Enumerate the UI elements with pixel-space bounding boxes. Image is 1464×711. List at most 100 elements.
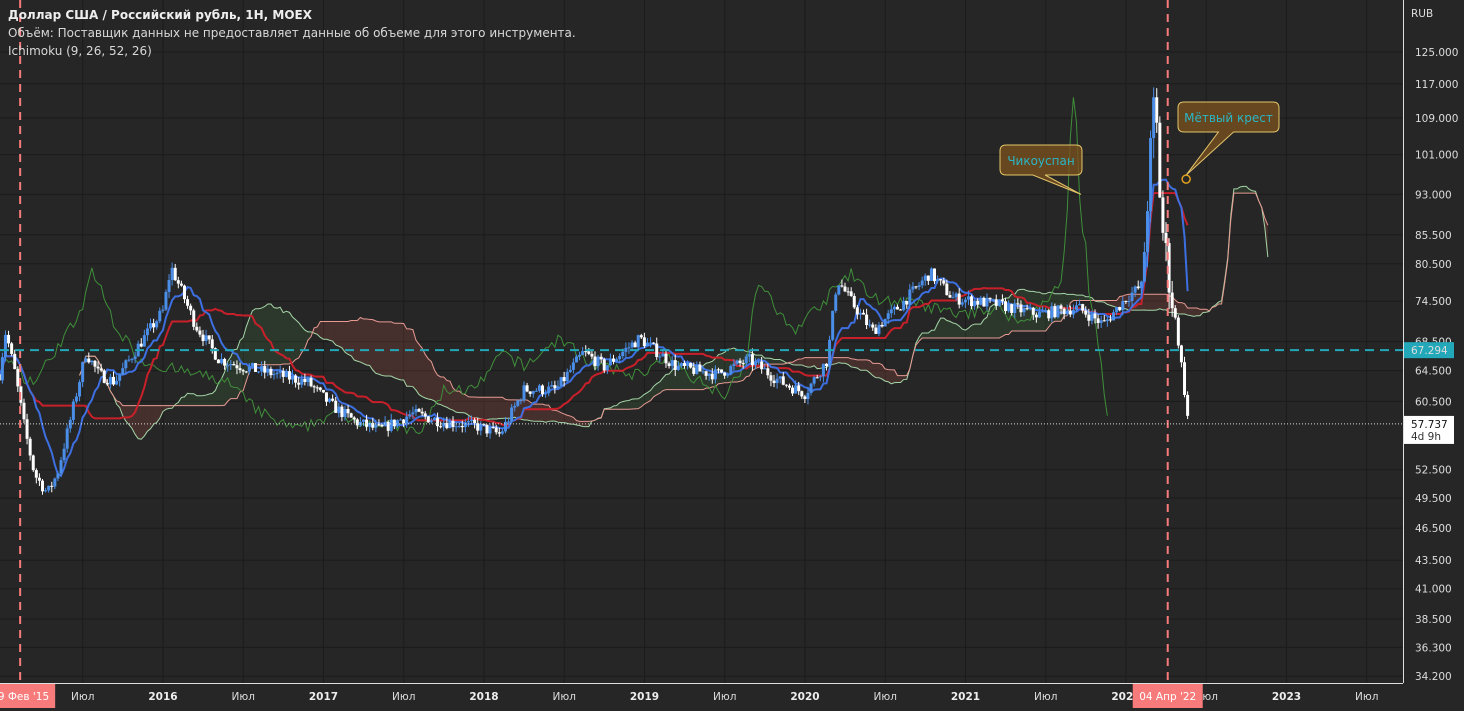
candle-body bbox=[1173, 308, 1177, 318]
candle-body bbox=[315, 387, 319, 389]
candle-body bbox=[59, 460, 63, 474]
time-tick-label: Июл bbox=[71, 691, 94, 703]
cloud-segment bbox=[798, 358, 802, 365]
candle-body bbox=[574, 356, 578, 363]
cloud-segment bbox=[539, 404, 543, 422]
candle-body bbox=[352, 417, 356, 420]
candle-body bbox=[1124, 300, 1128, 302]
cloud-segment bbox=[1243, 186, 1247, 194]
candle-body bbox=[1142, 252, 1146, 282]
candle-body bbox=[25, 419, 29, 439]
candle-body bbox=[513, 405, 517, 408]
cloud-segment bbox=[468, 396, 472, 418]
candle-body bbox=[491, 427, 495, 429]
callout-text: Мётвый крест bbox=[1184, 111, 1273, 125]
price-tick-label: 64.500 bbox=[1415, 366, 1452, 378]
candle-body bbox=[547, 386, 551, 394]
symbol-title[interactable]: Доллар США / Российский рубль, 1Н, MOEX bbox=[8, 6, 576, 24]
cloud-segment bbox=[209, 393, 213, 406]
candle-body bbox=[318, 387, 322, 390]
candle-body bbox=[247, 366, 251, 372]
candle-body bbox=[1149, 138, 1153, 212]
candle-body bbox=[309, 377, 313, 387]
candle-body bbox=[121, 368, 125, 375]
candle-body bbox=[460, 425, 464, 428]
candle-body bbox=[87, 358, 91, 363]
time-axis[interactable]: Июл 2016 Июл 2017 Июл 2018 Июл 2019 Июл 2020 Июл 20… bbox=[0, 683, 1464, 711]
candle-body bbox=[747, 354, 751, 357]
candle-body bbox=[389, 419, 393, 431]
candle-body bbox=[824, 363, 828, 367]
candle-body bbox=[803, 396, 807, 400]
candle-body bbox=[627, 347, 631, 349]
candle-body bbox=[559, 377, 563, 387]
time-tick-label: Июл bbox=[1355, 691, 1378, 703]
candle-body bbox=[929, 268, 933, 281]
candle-body bbox=[380, 424, 384, 427]
candle-body bbox=[1102, 320, 1106, 322]
candle-body bbox=[500, 431, 504, 434]
candle-body bbox=[630, 342, 634, 348]
candle-body bbox=[821, 363, 825, 377]
candle-body bbox=[62, 448, 66, 461]
candle-body bbox=[744, 356, 748, 364]
candle-body bbox=[1161, 197, 1165, 233]
candle-body bbox=[704, 371, 708, 376]
price-chart[interactable]: Чикоуспан Мётвый крест RUB 125.000 117.000 1… bbox=[0, 0, 1464, 711]
candle-body bbox=[1068, 310, 1072, 315]
candle-body bbox=[56, 473, 60, 479]
candle-body bbox=[883, 319, 887, 327]
candle-body bbox=[1127, 300, 1131, 302]
candle-body bbox=[1062, 308, 1066, 315]
candle-body bbox=[198, 330, 202, 335]
candle-body bbox=[1022, 308, 1026, 313]
price-tick-label: 101.000 bbox=[1415, 150, 1458, 162]
candle-body bbox=[170, 267, 174, 281]
candle-body bbox=[868, 324, 872, 326]
cloud-segment bbox=[897, 375, 901, 383]
candle-body bbox=[624, 347, 628, 352]
candle-body bbox=[568, 369, 572, 372]
cloud-segment bbox=[860, 359, 864, 371]
cloud-segment bbox=[465, 394, 469, 416]
candle-body bbox=[695, 364, 699, 374]
candle-body bbox=[886, 313, 890, 320]
candle-body bbox=[232, 363, 236, 366]
candle-body bbox=[1121, 300, 1125, 311]
candle-body bbox=[948, 295, 952, 298]
cloud-segment bbox=[774, 359, 778, 365]
cloud-segment bbox=[625, 400, 629, 410]
candle-body bbox=[108, 376, 112, 385]
candle-body bbox=[1183, 362, 1187, 395]
cloud-segment bbox=[1190, 308, 1194, 317]
cloud-segment bbox=[385, 321, 389, 377]
time-tick-label: Июл bbox=[713, 691, 736, 703]
candle-body bbox=[74, 396, 78, 402]
candle-body bbox=[1186, 394, 1190, 416]
cloud-segment bbox=[138, 405, 142, 440]
price-tick-label: 43.500 bbox=[1415, 555, 1452, 567]
cloud-segment bbox=[949, 321, 954, 338]
indicator-label[interactable]: Ichimoku (9, 26, 52, 26) bbox=[8, 42, 576, 60]
cloud-segment bbox=[499, 397, 503, 419]
candle-body bbox=[908, 289, 912, 305]
cloud-segment bbox=[1181, 302, 1185, 315]
candle-body bbox=[942, 280, 946, 284]
candle-body bbox=[843, 286, 847, 292]
candle-body bbox=[781, 376, 785, 385]
price-tick-label: 80.500 bbox=[1415, 259, 1452, 271]
candle-body bbox=[1133, 286, 1137, 293]
candle-body bbox=[763, 368, 767, 370]
candle-body bbox=[1115, 306, 1119, 313]
candle-body bbox=[778, 376, 782, 379]
candle-body bbox=[470, 419, 474, 422]
candle-body bbox=[1037, 311, 1041, 318]
cloud-segment bbox=[289, 312, 293, 364]
price-axis[interactable]: RUB 125.000 117.000 109.000 101.000 93.000 85.… bbox=[1403, 0, 1464, 711]
candle-body bbox=[1096, 318, 1100, 323]
candle-body bbox=[346, 409, 350, 414]
cloud-segment bbox=[1085, 296, 1089, 301]
candle-body bbox=[210, 339, 214, 349]
cloud-segment bbox=[490, 397, 494, 420]
candle-body bbox=[599, 356, 603, 360]
